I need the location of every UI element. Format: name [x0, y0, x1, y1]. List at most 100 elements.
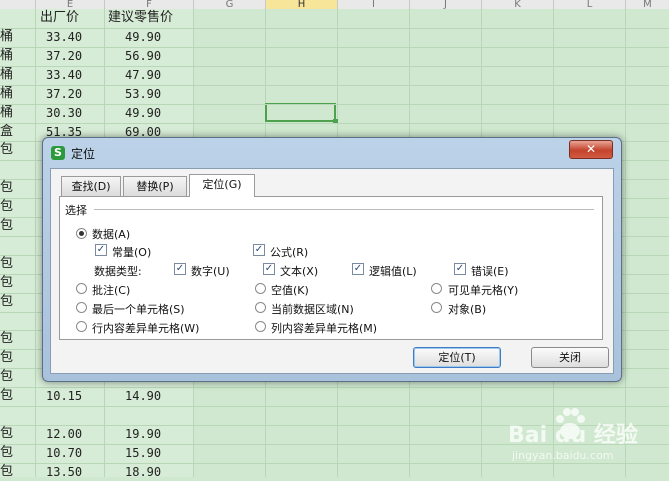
row-label-cell[interactable]: 包: [0, 179, 13, 197]
error-checkbox-label[interactable]: 错误(E): [471, 263, 509, 279]
number-checkbox-label[interactable]: 数字(U): [191, 263, 230, 279]
row-gridline: [0, 104, 669, 105]
column-header-E[interactable]: E: [36, 0, 105, 10]
comment-radio[interactable]: [76, 283, 87, 294]
constant-checkbox-label[interactable]: 常量(O): [112, 244, 151, 260]
col-diff-radio-label[interactable]: 列内容差异单元格(M): [271, 320, 377, 336]
factory-price-cell[interactable]: 33.40: [46, 28, 82, 46]
column-header-I[interactable]: I: [338, 0, 410, 10]
factory-price-cell[interactable]: 10.15: [46, 387, 82, 405]
tab-replace[interactable]: 替换(P): [123, 176, 187, 196]
error-checkbox[interactable]: ✓: [454, 263, 466, 275]
row-label-cell[interactable]: 包: [0, 217, 13, 235]
row-label-cell[interactable]: 包: [0, 330, 13, 348]
tab-find[interactable]: 查找(D): [61, 176, 121, 196]
retail-price-cell[interactable]: 14.90: [125, 387, 161, 405]
tab-goto[interactable]: 定位(G): [189, 174, 255, 197]
factory-price-cell[interactable]: 37.20: [46, 47, 82, 65]
header-factory-price[interactable]: 出厂价: [40, 9, 79, 27]
row-label-cell[interactable]: 包: [0, 444, 13, 462]
row-label-cell[interactable]: 桶: [0, 66, 13, 84]
close-button[interactable]: 关闭: [531, 347, 609, 368]
last-cell-radio-label[interactable]: 最后一个单元格(S): [92, 301, 185, 317]
factory-price-cell[interactable]: 37.20: [46, 85, 82, 103]
blank-radio[interactable]: [255, 283, 266, 294]
object-radio[interactable]: [431, 302, 442, 313]
col-diff-radio[interactable]: [255, 321, 266, 332]
dialog-titlebar[interactable]: S 定位 ✕: [43, 138, 621, 166]
wps-app-icon: S: [51, 146, 65, 160]
row-label-cell[interactable]: 包: [0, 368, 13, 386]
watermark-url: jingyan.baidu.com: [512, 449, 614, 462]
retail-price-cell[interactable]: 53.90: [125, 85, 161, 103]
formula-checkbox-label[interactable]: 公式(R): [270, 244, 308, 260]
row-gridline: [0, 387, 669, 388]
column-header-K[interactable]: K: [482, 0, 554, 10]
row-label-cell[interactable]: 包: [0, 387, 13, 405]
column-header-J[interactable]: J: [410, 0, 482, 10]
blank-radio-label[interactable]: 空值(K): [271, 282, 309, 298]
factory-price-cell[interactable]: 13.50: [46, 463, 82, 481]
factory-price-cell[interactable]: 12.00: [46, 425, 82, 443]
visible-cells-radio[interactable]: [431, 283, 442, 294]
column-header-left-partial[interactable]: [0, 0, 36, 9]
column-header-F[interactable]: F: [105, 0, 194, 10]
row-label-cell[interactable]: 桶: [0, 104, 13, 122]
row-gridline: [0, 28, 669, 29]
retail-price-cell[interactable]: 49.90: [125, 104, 161, 122]
row-label-cell[interactable]: 包: [0, 255, 13, 273]
row-label-cell[interactable]: 包: [0, 349, 13, 367]
row-label-cell[interactable]: 桶: [0, 47, 13, 65]
row-gridline: [0, 85, 669, 86]
formula-checkbox[interactable]: ✓: [253, 244, 265, 256]
row-label-cell[interactable]: 包: [0, 425, 13, 443]
row-diff-radio-label[interactable]: 行内容差异单元格(W): [92, 320, 199, 336]
retail-price-cell[interactable]: 49.90: [125, 28, 161, 46]
retail-price-cell[interactable]: 18.90: [125, 463, 161, 481]
factory-price-cell[interactable]: 30.30: [46, 104, 82, 122]
row-gridline: [0, 66, 669, 67]
baidu-watermark: Bai du 经验 jingyan.baidu.com: [508, 405, 658, 470]
last-cell-radio[interactable]: [76, 302, 87, 313]
row-label-cell[interactable]: 桶: [0, 28, 13, 46]
goto-panel: 选择 数据(A) ✓ 常量(O) ✓ 公式(R) 数据类型: ✓ 数字(U) ✓…: [59, 196, 603, 340]
retail-price-cell[interactable]: 15.90: [125, 444, 161, 462]
data-radio-label[interactable]: 数据(A): [92, 226, 130, 242]
current-region-radio-label[interactable]: 当前数据区域(N): [271, 301, 354, 317]
factory-price-cell[interactable]: 10.70: [46, 444, 82, 462]
column-header-H[interactable]: H: [266, 0, 338, 10]
text-checkbox[interactable]: ✓: [263, 263, 275, 275]
close-icon[interactable]: ✕: [569, 140, 613, 159]
number-checkbox[interactable]: ✓: [174, 263, 186, 275]
row-diff-radio[interactable]: [76, 321, 87, 332]
column-header-G[interactable]: G: [194, 0, 266, 10]
row-label-cell[interactable]: 桶: [0, 85, 13, 103]
retail-price-cell[interactable]: 47.90: [125, 66, 161, 84]
column-header-M[interactable]: M: [626, 0, 669, 10]
constant-checkbox[interactable]: ✓: [95, 244, 107, 256]
active-cell-H[interactable]: [265, 103, 338, 124]
text-checkbox-label[interactable]: 文本(X): [280, 263, 318, 279]
object-radio-label[interactable]: 对象(B): [448, 301, 486, 317]
comment-radio-label[interactable]: 批注(C): [92, 282, 130, 298]
data-radio[interactable]: [76, 228, 87, 239]
factory-price-cell[interactable]: 33.40: [46, 66, 82, 84]
row-label-cell[interactable]: 包: [0, 198, 13, 216]
retail-price-cell[interactable]: 19.90: [125, 425, 161, 443]
retail-price-cell[interactable]: 56.90: [125, 47, 161, 65]
visible-cells-radio-label[interactable]: 可见单元格(Y): [448, 282, 518, 298]
row-label-cell[interactable]: 盒: [0, 123, 13, 141]
row-label-cell[interactable]: 包: [0, 274, 13, 292]
row-label-cell[interactable]: 包: [0, 293, 13, 311]
column-header-L[interactable]: L: [554, 0, 626, 10]
group-divider: [94, 209, 594, 210]
select-group-label: 选择: [65, 204, 87, 217]
logical-checkbox[interactable]: ✓: [352, 263, 364, 275]
row-label-cell[interactable]: 包: [0, 463, 13, 481]
dialog-title: 定位: [71, 147, 96, 161]
current-region-radio[interactable]: [255, 302, 266, 313]
header-retail-price[interactable]: 建议零售价: [108, 9, 173, 27]
row-label-cell[interactable]: 包: [0, 141, 13, 159]
locate-button[interactable]: 定位(T): [413, 347, 501, 368]
logical-checkbox-label[interactable]: 逻辑值(L): [369, 263, 417, 279]
